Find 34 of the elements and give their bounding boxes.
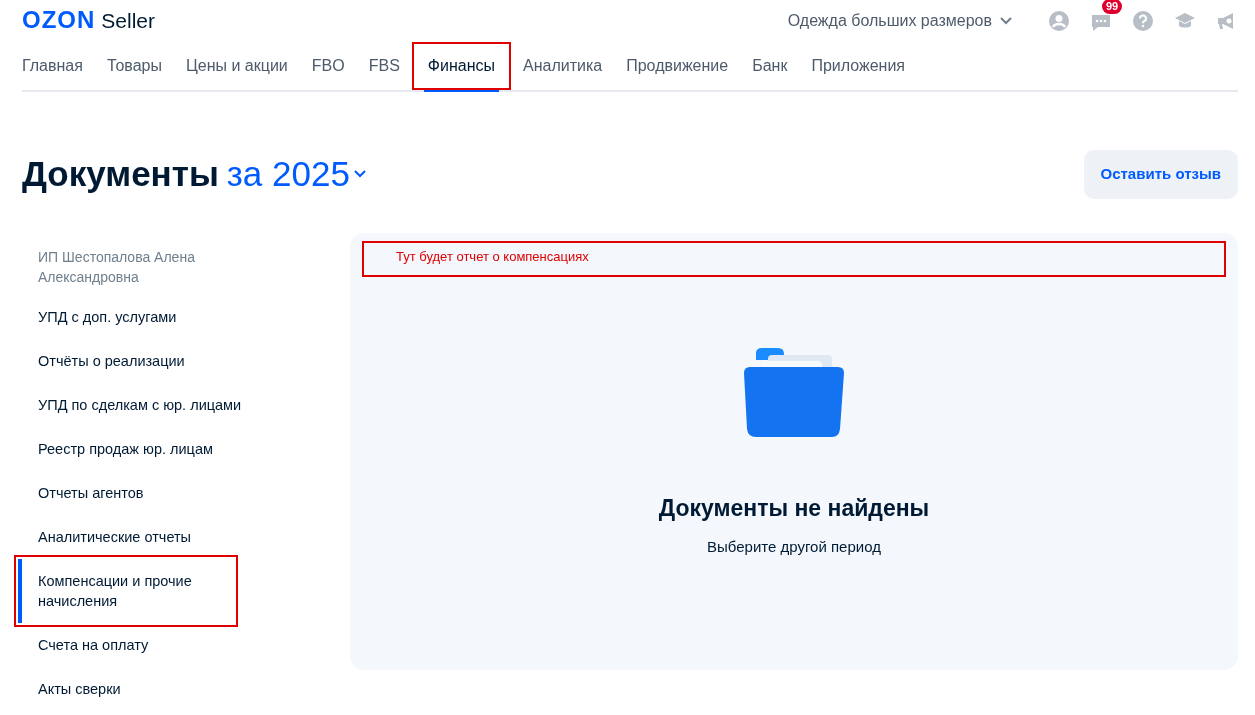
nav-tab[interactable]: Финансы xyxy=(411,42,511,90)
annotation-note: Тут будет отчет о компенсациях xyxy=(362,240,1226,277)
logo-text: Seller xyxy=(101,8,156,35)
nav-tab[interactable]: Продвижение xyxy=(614,42,741,90)
profile-icon[interactable] xyxy=(1048,10,1070,32)
sidebar-item[interactable]: Аналитические отчеты xyxy=(18,514,258,559)
help-icon[interactable] xyxy=(1132,10,1154,32)
nav-tab[interactable]: Товары xyxy=(94,42,174,90)
nav-tab[interactable]: FBO xyxy=(299,42,357,90)
sidebar-item[interactable]: УПД по сделкам с юр. лицами xyxy=(18,382,258,427)
logo[interactable]: OZON xyxy=(22,8,96,33)
chevron-icon xyxy=(353,170,366,179)
folder-icon xyxy=(742,346,846,439)
nav-tab[interactable]: Главная xyxy=(22,42,95,90)
sidebar-item[interactable]: Счета на оплату xyxy=(18,622,258,667)
owner-name: ИП Шестопалова Алена Александровна xyxy=(37,247,196,287)
feedback-button[interactable]: Оставить отзыв xyxy=(1083,150,1238,199)
sidebar-item[interactable]: Отчёты о реализации xyxy=(18,338,258,383)
sidebar-item[interactable]: Акты сверки xyxy=(18,666,258,711)
nav-tab[interactable]: Банк xyxy=(740,42,800,90)
chevron-icon xyxy=(1000,17,1012,25)
empty-state-hint: Выберите другой период xyxy=(707,537,881,558)
nav-tab[interactable]: Аналитика xyxy=(511,42,615,90)
nav-tab[interactable]: FBS xyxy=(356,42,412,90)
period-selector[interactable]: за 2025 xyxy=(226,148,366,201)
store-dropdown[interactable]: Одежда больших размеров xyxy=(787,9,1012,33)
sidebar-item[interactable]: Отчеты агентов xyxy=(18,470,258,515)
sidebar-item[interactable]: Реестр продаж юр. лицам xyxy=(18,426,258,471)
nav-tab[interactable]: Цены и акции xyxy=(173,42,300,90)
page-title: Документы xyxy=(22,153,219,196)
notification-badge: 99 xyxy=(1102,0,1123,14)
sidebar-item[interactable]: УПД с доп. услугами xyxy=(18,294,258,339)
nav-tab[interactable]: Приложения xyxy=(799,42,918,90)
empty-state-title: Документы не найдены xyxy=(658,494,930,523)
